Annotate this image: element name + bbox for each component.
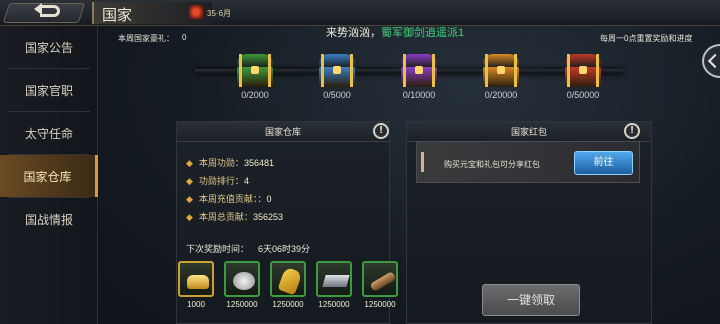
page-title: 国家 xyxy=(102,7,133,24)
warehouse-info-icon[interactable]: ! xyxy=(373,123,389,139)
stat-label: 功勋排行： xyxy=(198,176,244,186)
gold-ingot-icon[interactable] xyxy=(178,261,214,297)
item-quantity: 1250000 xyxy=(226,300,258,309)
item-quantity: 1250000 xyxy=(272,300,304,309)
sidebar-item-officials[interactable]: 国家官职 xyxy=(0,69,98,111)
grain-icon[interactable] xyxy=(270,261,306,297)
sidebar-item-governor[interactable]: 太守任命 xyxy=(0,112,98,154)
chest-progress-label: 0/5000 xyxy=(323,90,351,100)
sidebar-item-announcement[interactable]: 国家公告 xyxy=(0,26,98,68)
item-quantity: 1000 xyxy=(187,300,205,309)
stat-label: 本周总贡献： xyxy=(198,212,253,222)
stat-merit-rank: ◆ 功勋排行：4 xyxy=(186,176,249,186)
stat-value: 356253 xyxy=(252,212,283,222)
back-arrow-icon xyxy=(34,3,60,17)
item-quantity: 1250000 xyxy=(318,300,350,309)
red-packet-text: 购买元宝和礼包可分享红包 xyxy=(444,160,540,169)
chest-progress-label: 0/50000 xyxy=(566,90,600,100)
stat-value: 4 xyxy=(243,176,249,186)
treasure-chest-icon[interactable] xyxy=(481,54,521,88)
red-packet-panel-title: 国家红包 xyxy=(407,122,651,142)
sidebar-item-warehouse[interactable]: 国家仓库 xyxy=(0,155,98,197)
warehouse-panel-title: 国家仓库 xyxy=(177,122,389,142)
player-avatar-icon xyxy=(189,5,203,19)
stat-value: 356481 xyxy=(243,158,274,168)
stat-recharge-contribution: ◆ 本周充值贡献：：0 xyxy=(186,194,272,204)
treasure-chest-icon[interactable] xyxy=(399,54,439,88)
weekly-gift-value: 0 xyxy=(182,33,187,42)
announcement-marquee: 来势汹汹，蜀军御剑逍遥派1 xyxy=(326,24,464,40)
treasure-chest-icon[interactable] xyxy=(235,54,275,88)
silver-coin-icon[interactable] xyxy=(224,261,260,297)
treasure-chest-icon[interactable] xyxy=(317,54,357,88)
red-packet-info-icon[interactable]: ! xyxy=(624,123,640,139)
stat-value: 0 xyxy=(266,194,272,204)
item-quantity: 1250000 xyxy=(364,300,396,309)
chest-progress-label: 0/20000 xyxy=(484,90,518,100)
next-reward-label: 下次奖励时间： xyxy=(186,244,250,254)
treasure-chest-icon[interactable] xyxy=(563,54,603,88)
chest-progress-label: 0/10000 xyxy=(402,90,436,100)
stat-label: 本周充值贡献：： xyxy=(198,194,267,204)
reset-note: 每周一0点重置奖励和进度 xyxy=(600,34,693,43)
sidebar-item-war-intel[interactable]: 国战情报 xyxy=(0,198,98,240)
wood-icon[interactable] xyxy=(362,261,398,297)
iron-bar-icon[interactable] xyxy=(316,261,352,297)
marquee-highlight: 蜀军御剑逍遥派1 xyxy=(381,27,465,39)
chest-progress-label: 0/2000 xyxy=(241,90,269,100)
goto-button[interactable]: 前往 xyxy=(574,151,633,175)
weekly-gift-label: 本周国家豪礼： xyxy=(118,34,174,43)
stat-total-contribution: ◆ 本周总贡献：356253 xyxy=(186,212,283,222)
next-reward-time: 6天06时39分 xyxy=(258,244,311,254)
player-level: 35·6月 xyxy=(207,9,232,18)
stat-label: 本周功勋： xyxy=(198,158,244,168)
claim-all-button[interactable]: 一键领取 xyxy=(482,284,580,316)
stat-weekly-merit: ◆ 本周功勋：356481 xyxy=(186,158,274,168)
marquee-prefix: 来势汹汹， xyxy=(326,27,381,39)
red-packet-marker xyxy=(421,152,424,172)
